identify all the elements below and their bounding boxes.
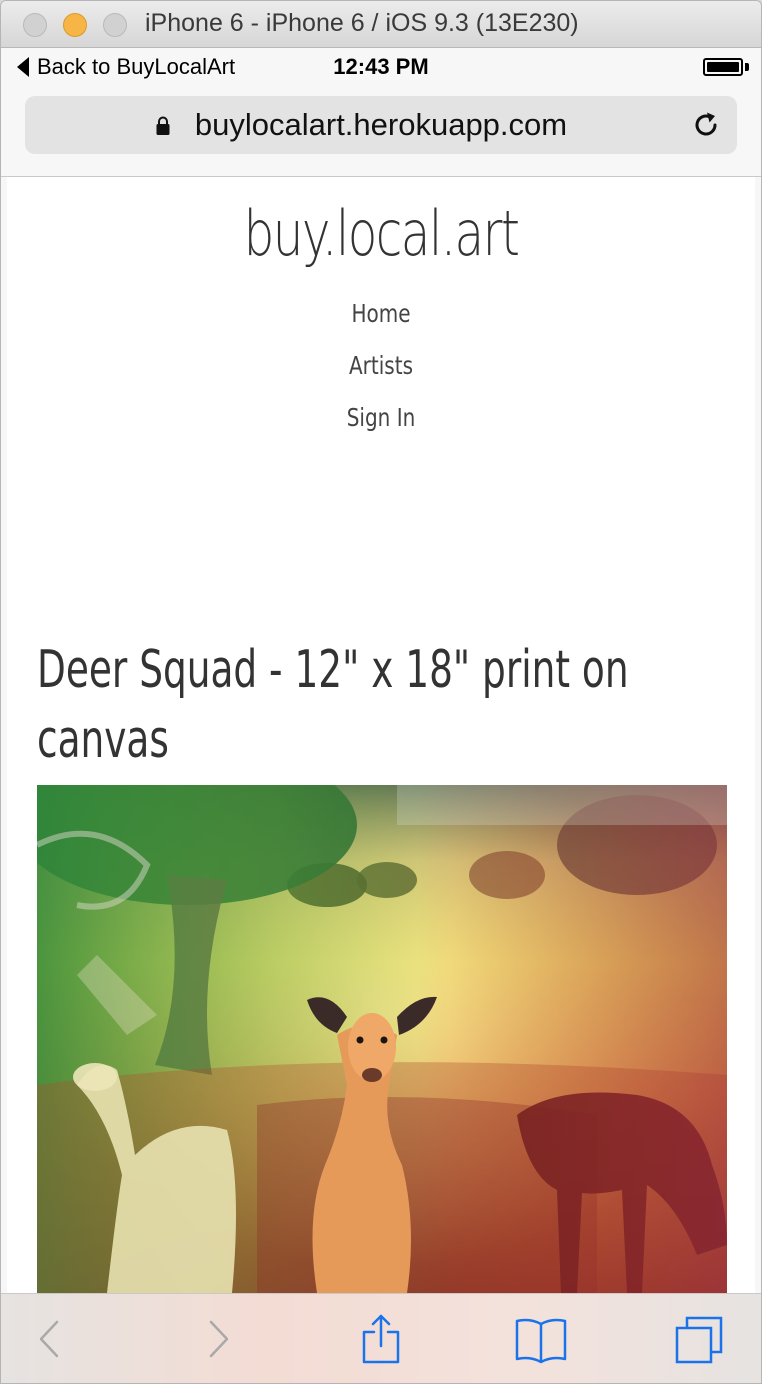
nav-artists-link[interactable]: Artists [82,351,680,380]
safari-toolbar [1,1293,761,1383]
share-icon[interactable] [354,1312,408,1366]
forward-icon[interactable] [191,1312,245,1366]
tabs-icon[interactable] [673,1312,727,1366]
simulator-titlebar: iPhone 6 - iPhone 6 / iOS 9.3 (13E230) [1,1,761,48]
artwork-image [37,785,727,1293]
close-window-button[interactable] [23,13,47,37]
safari-address-bar: buylocalart.herokuapp.com [1,88,761,177]
minimize-window-button[interactable] [63,13,87,37]
status-clock: 12:43 PM [333,54,429,79]
back-icon[interactable] [23,1312,77,1366]
artwork-title: Deer Squad - 12" x 18" print on canvas [37,640,629,770]
zoom-window-button[interactable] [103,13,127,37]
battery-level-fill [707,62,739,72]
nav-sign-in-link[interactable]: Sign In [82,403,680,432]
bookmarks-icon[interactable] [514,1312,568,1366]
nav-home-link[interactable]: Home [82,299,680,328]
battery-icon [703,58,743,76]
simulator-window-title: iPhone 6 - iPhone 6 / iOS 9.3 (13E230) [145,9,579,37]
url-text: buylocalart.herokuapp.com [194,107,568,142]
battery-tip [745,63,749,71]
web-page: buy.local.art Home Artists Sign In Deer … [7,177,755,1293]
reload-icon[interactable] [689,108,723,142]
url-field[interactable]: buylocalart.herokuapp.com [25,96,737,154]
site-title[interactable]: buy.local.art [89,197,672,270]
ios-status-bar: Back to BuyLocalArt 12:43 PM [1,48,761,88]
simulator-window: iPhone 6 - iPhone 6 / iOS 9.3 (13E230) B… [0,0,762,1384]
